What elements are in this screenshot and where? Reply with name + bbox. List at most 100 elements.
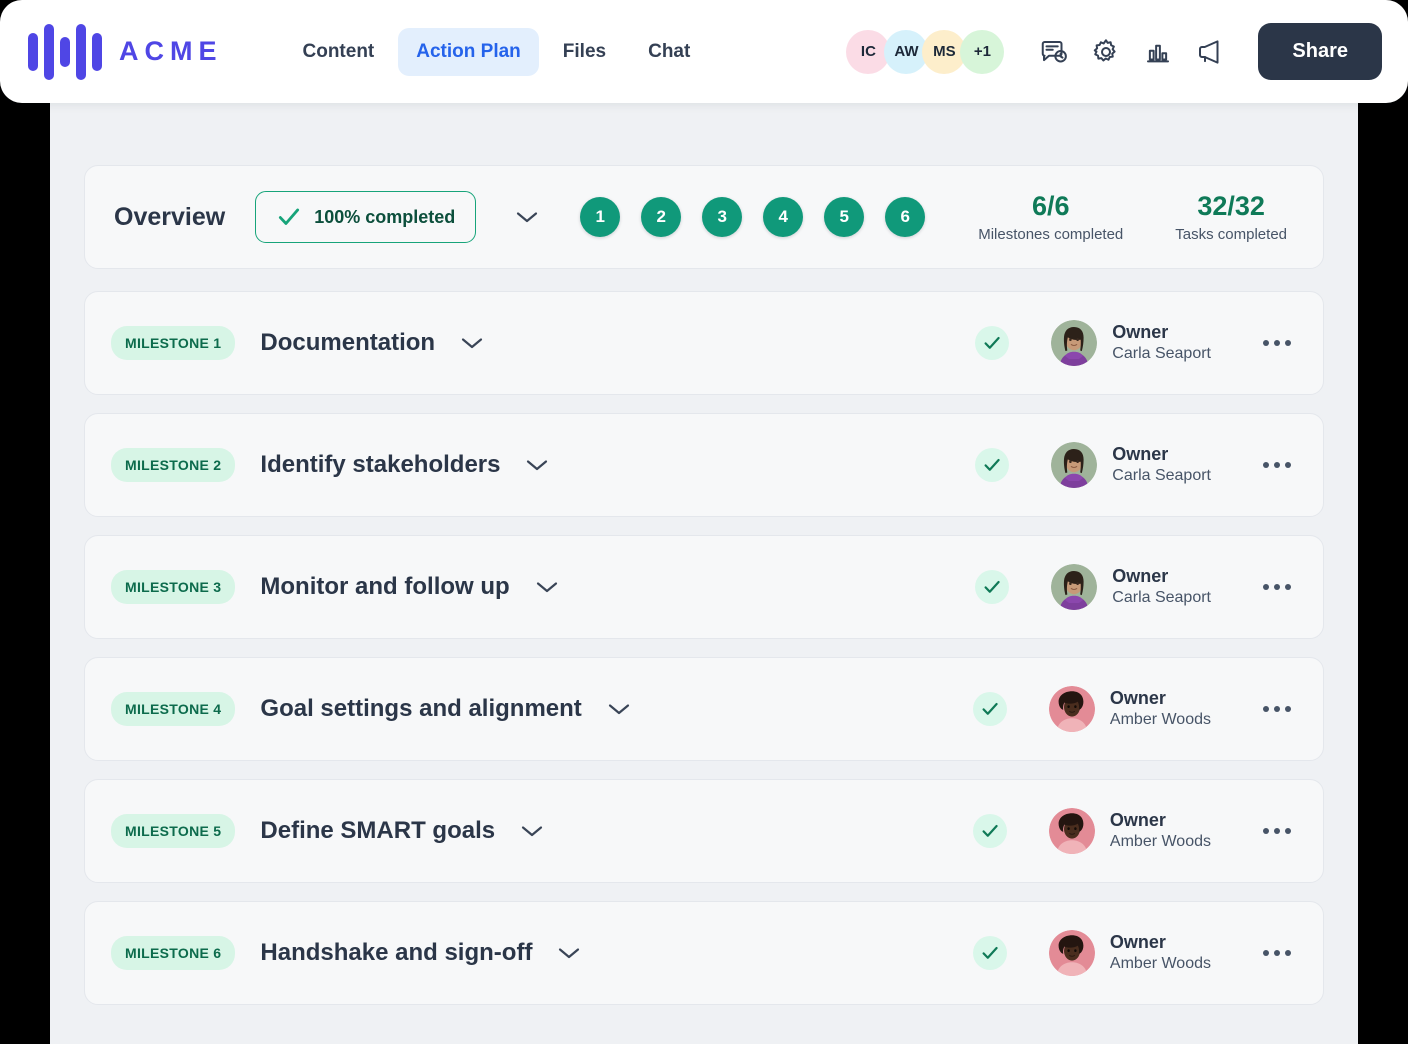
- avatar-image: [1048, 808, 1095, 854]
- completion-percentage-label: 100% completed: [314, 206, 456, 227]
- milestone-badge: MILESTONE 5: [111, 814, 236, 848]
- overview-stats: 6/6 Milestones completed 32/32 Tasks com…: [978, 191, 1291, 242]
- milestone-chevron-down-icon[interactable]: [604, 694, 634, 724]
- step-indicator-1[interactable]: 1: [580, 197, 621, 237]
- milestone-owner: Owner Amber Woods: [1048, 808, 1211, 854]
- message-clock-icon[interactable]: [1038, 36, 1070, 68]
- owner-role-label: Owner: [1109, 810, 1166, 831]
- milestone-row-right: Owner Amber Woods: [972, 808, 1297, 854]
- stat-value: 32/32: [1197, 191, 1265, 222]
- main-nav: Content Action Plan Files Chat: [285, 27, 709, 76]
- milestone-row[interactable]: MILESTONE 6 Handshake and sign-off Owner A…: [84, 901, 1324, 1005]
- brand-name: ACME: [119, 36, 223, 66]
- milestone-row[interactable]: MILESTONE 2 Identify stakeholders Owner Ca…: [84, 413, 1324, 517]
- more-options-icon[interactable]: [1257, 692, 1297, 726]
- step-indicator-5[interactable]: 5: [824, 197, 865, 237]
- check-circle-icon: [975, 448, 1010, 482]
- owner-name: Amber Woods: [1109, 832, 1211, 850]
- check-circle-icon: [972, 692, 1007, 726]
- check-circle-icon: [972, 814, 1007, 848]
- nav-item-chat[interactable]: Chat: [630, 28, 708, 76]
- avatar-image: [1051, 320, 1098, 366]
- milestone-chevron-down-icon[interactable]: [457, 328, 487, 358]
- milestone-row-right: Owner Carla Seaport: [975, 320, 1297, 366]
- stat-label: Tasks completed: [1175, 225, 1287, 243]
- milestone-row[interactable]: MILESTONE 4 Goal settings and alignment O…: [84, 657, 1324, 761]
- owner-name: Carla Seaport: [1112, 466, 1211, 484]
- collaborator-avatars: IC AW MS +1: [846, 29, 1005, 74]
- nav-item-action-plan[interactable]: Action Plan: [398, 27, 539, 76]
- overview-title: Overview: [114, 202, 226, 231]
- check-icon: [276, 204, 302, 230]
- stat-value: 6/6: [1031, 191, 1070, 222]
- waveform-bars-logo-icon: [28, 23, 102, 80]
- milestone-owner: Owner Amber Woods: [1048, 686, 1211, 732]
- step-indicator-6[interactable]: 6: [885, 197, 926, 237]
- action-plan-content: Overview 100% completed 1 2 3 4 5 6 6/6 …: [50, 103, 1358, 1044]
- owner-role-label: Owner: [1112, 444, 1169, 465]
- milestone-row[interactable]: MILESTONE 1 Documentation Owner Carla Seap…: [84, 291, 1324, 395]
- milestone-chevron-down-icon[interactable]: [554, 938, 584, 968]
- milestone-chevron-down-icon[interactable]: [522, 450, 552, 480]
- header-icon-group: [1038, 36, 1226, 68]
- owner-role-label: Owner: [1109, 932, 1166, 953]
- step-indicator-3[interactable]: 3: [702, 197, 743, 237]
- owner-name: Carla Seaport: [1112, 588, 1211, 606]
- avatar-image: [1048, 930, 1095, 976]
- milestone-chevron-down-icon[interactable]: [532, 572, 562, 602]
- step-indicator-4[interactable]: 4: [763, 197, 804, 237]
- avatar: [1048, 686, 1095, 732]
- overview-card: Overview 100% completed 1 2 3 4 5 6 6/6 …: [84, 165, 1324, 269]
- completion-status-pill[interactable]: 100% completed: [255, 191, 477, 243]
- owner-role-label: Owner: [1112, 566, 1169, 587]
- milestone-title: Documentation: [260, 329, 436, 356]
- milestone-badge: MILESTONE 6: [111, 936, 236, 970]
- bar-chart-icon[interactable]: [1142, 36, 1174, 68]
- milestone-list: MILESTONE 1 Documentation Owner Carla Seap…: [84, 291, 1324, 1005]
- gear-icon[interactable]: [1090, 36, 1122, 68]
- top-navigation-bar: ACME Content Action Plan Files Chat IC A…: [0, 0, 1408, 103]
- avatar: [1051, 564, 1098, 610]
- milestone-badge: MILESTONE 4: [111, 692, 236, 726]
- nav-item-files[interactable]: Files: [545, 28, 624, 76]
- milestone-row-right: Owner Carla Seaport: [975, 442, 1297, 488]
- milestone-title: Goal settings and alignment: [260, 695, 582, 722]
- share-button[interactable]: Share: [1258, 23, 1382, 80]
- more-options-icon[interactable]: [1257, 936, 1297, 970]
- stat-tasks-completed: 32/32 Tasks completed: [1175, 191, 1287, 242]
- top-bar-actions: IC AW MS +1 Share: [846, 23, 1382, 80]
- more-options-icon[interactable]: [1257, 570, 1297, 604]
- milestone-row-right: Owner Amber Woods: [972, 930, 1297, 976]
- milestone-owner: Owner Amber Woods: [1048, 930, 1211, 976]
- milestone-owner: Owner Carla Seaport: [1051, 564, 1211, 610]
- milestone-chevron-down-icon[interactable]: [517, 816, 547, 846]
- milestone-row[interactable]: MILESTONE 5 Define SMART goals Owner Amber…: [84, 779, 1324, 883]
- brand-logo[interactable]: ACME: [28, 23, 223, 80]
- more-options-icon[interactable]: [1257, 326, 1297, 360]
- avatar: [1051, 442, 1098, 488]
- milestone-row[interactable]: MILESTONE 3 Monitor and follow up Owner Ca…: [84, 535, 1324, 639]
- milestone-title: Monitor and follow up: [260, 573, 510, 600]
- avatar-image: [1048, 686, 1095, 732]
- megaphone-icon[interactable]: [1194, 36, 1226, 68]
- overview-chevron-down-icon[interactable]: [512, 202, 542, 232]
- step-indicator-2[interactable]: 2: [641, 197, 682, 237]
- more-options-icon[interactable]: [1257, 814, 1297, 848]
- milestone-title: Identify stakeholders: [260, 451, 501, 478]
- milestone-title: Handshake and sign-off: [260, 939, 533, 966]
- avatar-image: [1051, 564, 1098, 610]
- owner-name: Amber Woods: [1109, 710, 1211, 728]
- milestone-badge: MILESTONE 3: [111, 570, 236, 604]
- milestone-badge: MILESTONE 2: [111, 448, 236, 482]
- app-screen: ACME Content Action Plan Files Chat IC A…: [0, 0, 1408, 1044]
- more-options-icon[interactable]: [1257, 448, 1297, 482]
- avatar: [1048, 930, 1095, 976]
- milestone-row-right: Owner Amber Woods: [972, 686, 1297, 732]
- nav-item-content[interactable]: Content: [285, 28, 393, 76]
- check-circle-icon: [975, 570, 1010, 604]
- owner-name: Carla Seaport: [1112, 344, 1211, 362]
- avatar-chip-overflow[interactable]: +1: [960, 29, 1005, 74]
- owner-role-label: Owner: [1112, 322, 1169, 343]
- milestone-owner: Owner Carla Seaport: [1051, 442, 1211, 488]
- stat-milestones-completed: 6/6 Milestones completed: [978, 191, 1123, 242]
